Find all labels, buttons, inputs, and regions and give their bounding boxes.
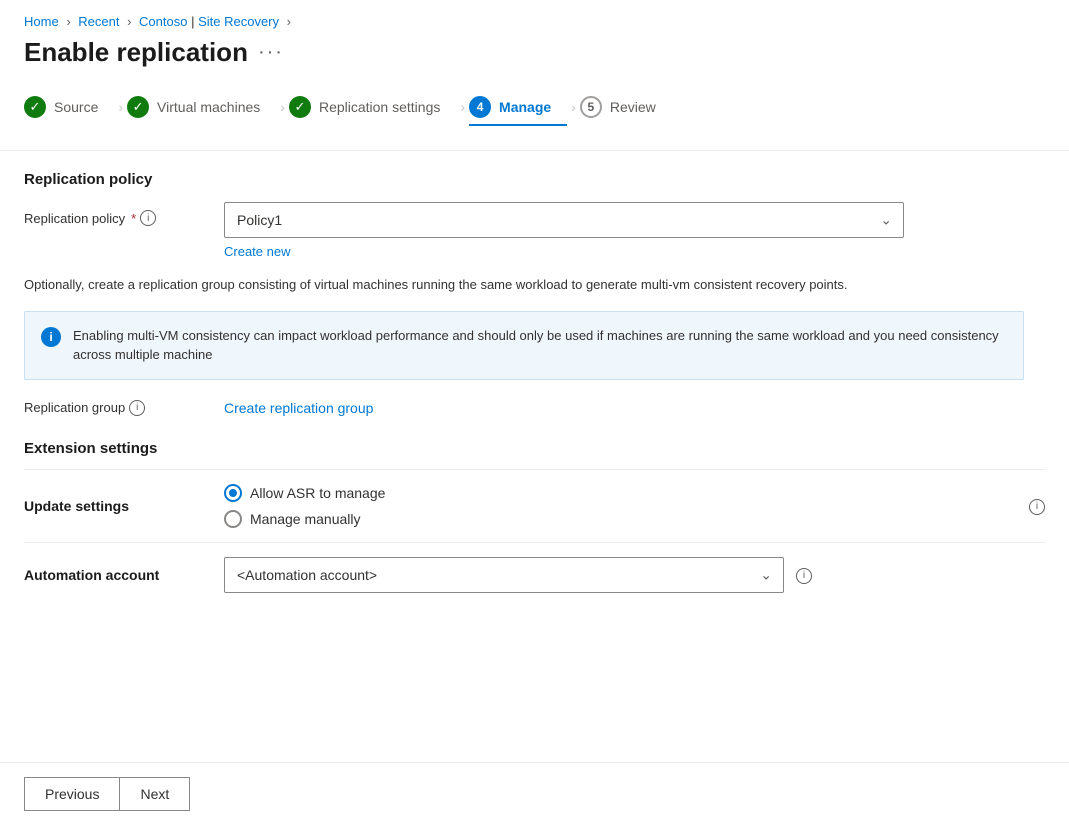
automation-account-control: <Automation account> ⌄ [224, 557, 784, 593]
create-replication-group-link[interactable]: Create replication group [224, 400, 373, 416]
step-source-label: Source [54, 99, 98, 115]
replication-group-label: Replication group i [24, 400, 224, 416]
description-text: Optionally, create a replication group c… [24, 275, 984, 295]
radio-manage-manually[interactable]: Manage manually [224, 510, 1029, 528]
extension-settings-title: Extension settings [24, 440, 1045, 457]
radio-allow-asr[interactable]: Allow ASR to manage [224, 484, 1029, 502]
breadcrumb-contoso[interactable]: Contoso [139, 14, 187, 29]
required-indicator: * [131, 211, 136, 226]
breadcrumb: Home › Recent › Contoso | Site Recovery … [0, 0, 1069, 37]
update-settings-control: Allow ASR to manage Manage manually [224, 484, 1029, 528]
footer: Previous Next [0, 762, 1069, 825]
info-banner-icon: i [41, 327, 61, 347]
main-content: Replication policy Replication policy * … [0, 151, 1069, 627]
step-replication-settings[interactable]: ✓ Replication settings [289, 88, 456, 126]
automation-account-select-wrapper: <Automation account> ⌄ [224, 557, 784, 593]
automation-account-info-icon[interactable]: i [796, 568, 812, 584]
page-title-row: Enable replication ··· [0, 37, 1069, 88]
create-new-policy-link[interactable]: Create new [224, 244, 290, 259]
step-review-label: Review [610, 99, 656, 115]
next-button[interactable]: Next [119, 777, 190, 811]
radio-allow-asr-label: Allow ASR to manage [250, 485, 385, 501]
breadcrumb-home[interactable]: Home [24, 14, 59, 29]
replication-policy-row: Replication policy * i Policy1 ⌄ Create … [24, 202, 1045, 259]
info-banner-text: Enabling multi-VM consistency can impact… [73, 326, 1007, 365]
replication-group-info-icon[interactable]: i [129, 400, 145, 416]
step-vm-label: Virtual machines [157, 99, 260, 115]
update-settings-info-icon[interactable]: i [1029, 499, 1045, 515]
radio-manage-manually-button[interactable] [224, 510, 242, 528]
step-source[interactable]: ✓ Source [24, 88, 114, 126]
radio-manage-manually-label: Manage manually [250, 511, 361, 527]
step-manage[interactable]: 4 Manage [469, 88, 567, 126]
replication-group-control: Create replication group [224, 400, 373, 416]
step-manage-label: Manage [499, 99, 551, 115]
extension-settings-section: Extension settings Update settings Allow… [24, 440, 1045, 607]
page-title: Enable replication [24, 37, 248, 68]
wizard-steps: ✓ Source › ✓ Virtual machines › ✓ Replic… [0, 88, 1069, 151]
step-review-num: 5 [580, 96, 602, 118]
step-manage-num: 4 [469, 96, 491, 118]
breadcrumb-site-recovery[interactable]: Site Recovery [198, 14, 279, 29]
replication-policy-section-title: Replication policy [24, 171, 1045, 188]
step-virtual-machines[interactable]: ✓ Virtual machines [127, 88, 276, 126]
replication-policy-select-wrapper: Policy1 ⌄ [224, 202, 904, 238]
info-banner: i Enabling multi-VM consistency can impa… [24, 311, 1024, 380]
replication-policy-info-icon[interactable]: i [140, 210, 156, 226]
previous-button[interactable]: Previous [24, 777, 119, 811]
automation-account-label: Automation account [24, 567, 224, 583]
automation-account-row: Automation account <Automation account> … [24, 542, 1045, 607]
replication-policy-select[interactable]: Policy1 [224, 202, 904, 238]
automation-account-select[interactable]: <Automation account> [224, 557, 784, 593]
update-settings-label: Update settings [24, 498, 224, 514]
step-source-checkmark: ✓ [24, 96, 46, 118]
replication-group-row: Replication group i Create replication g… [24, 400, 1045, 416]
step-review[interactable]: 5 Review [580, 88, 672, 126]
step-rep-label: Replication settings [319, 99, 440, 115]
step-rep-checkmark: ✓ [289, 96, 311, 118]
replication-policy-control: Policy1 ⌄ Create new [224, 202, 904, 259]
page-options-dots[interactable]: ··· [258, 41, 284, 64]
breadcrumb-recent[interactable]: Recent [78, 14, 119, 29]
radio-allow-asr-button[interactable] [224, 484, 242, 502]
update-settings-row: Update settings Allow ASR to manage Mana… [24, 469, 1045, 542]
step-vm-checkmark: ✓ [127, 96, 149, 118]
replication-policy-label: Replication policy * i [24, 202, 224, 226]
